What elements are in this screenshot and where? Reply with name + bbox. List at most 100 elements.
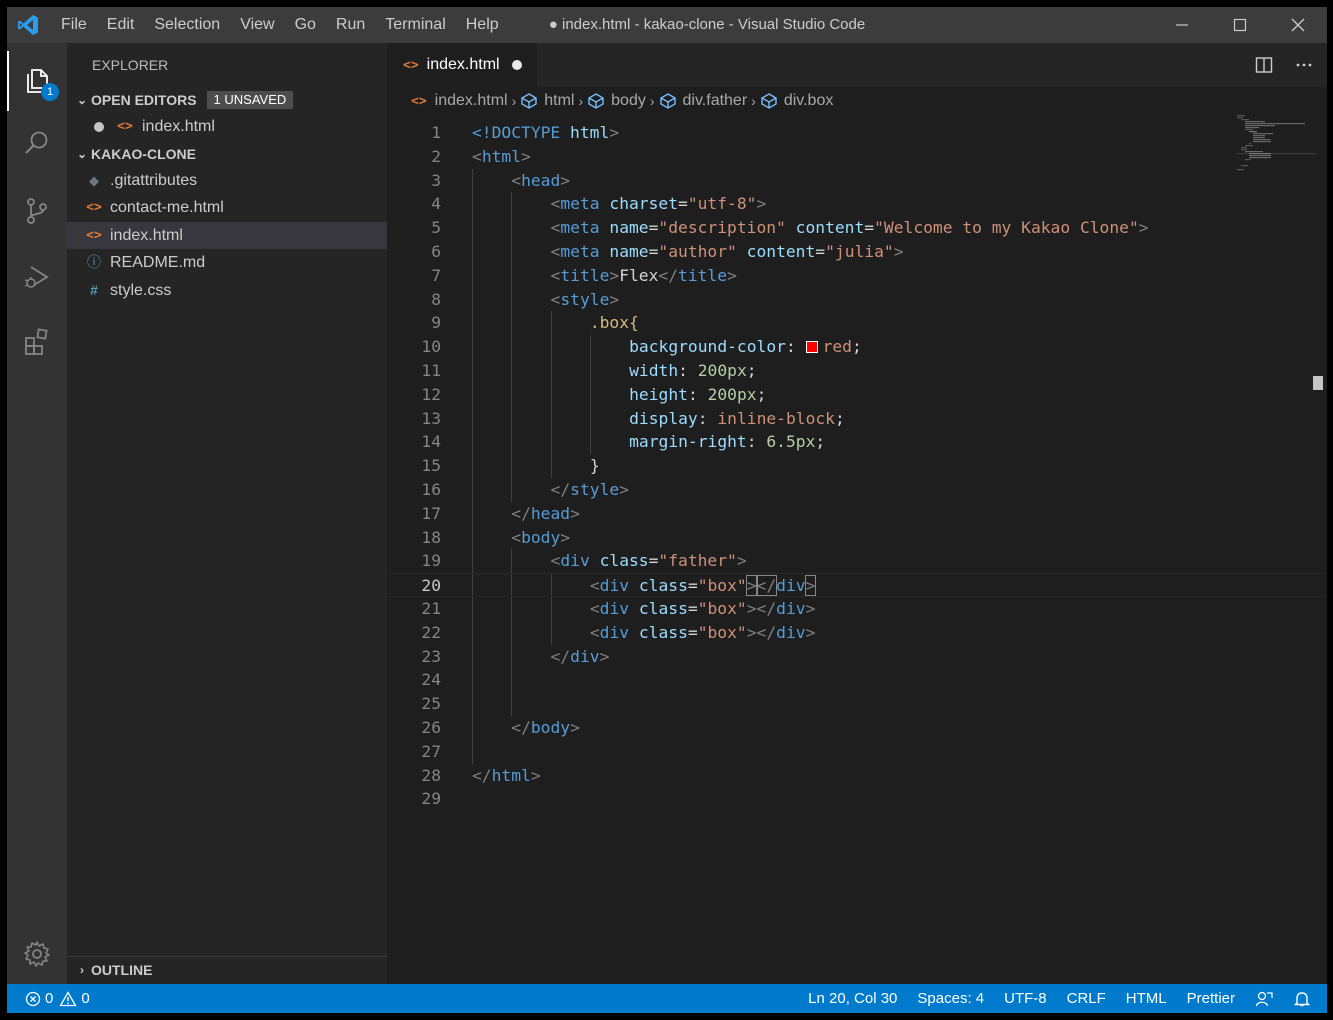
maximize-button[interactable]	[1211, 7, 1269, 43]
breadcrumb-item-file[interactable]: <> index.html ›	[411, 92, 520, 110]
code-line[interactable]: 12 height: 200px;	[387, 382, 1327, 407]
code-token: head	[521, 170, 561, 190]
vscode-logo-icon[interactable]	[15, 13, 41, 37]
code-line[interactable]: 23 </div>	[387, 644, 1327, 669]
code-line[interactable]: 26 </body>	[387, 715, 1327, 740]
feedback-icon[interactable]	[1255, 990, 1273, 1008]
problems-indicator[interactable]: 0 0	[25, 984, 90, 1013]
code-line[interactable]: 5 <meta name="description" content="Welco…	[387, 216, 1327, 240]
code-line[interactable]: 6 <meta name="author" content="julia">	[387, 239, 1327, 264]
code-token: >	[727, 265, 737, 285]
code-line[interactable]: 10 background-color: red;	[387, 335, 1327, 359]
outline-header[interactable]: › OUTLINE	[67, 957, 387, 983]
code-token: <	[589, 622, 600, 642]
breadcrumb-item-div-father[interactable]: div.father ›	[659, 92, 760, 110]
code-line[interactable]: 11 width: 200px;	[387, 358, 1327, 383]
color-swatch-icon[interactable]	[805, 341, 818, 354]
manage-activity[interactable]	[7, 924, 67, 984]
source-control-activity[interactable]	[7, 181, 67, 241]
code-token: "box"	[697, 622, 747, 642]
code-line[interactable]: 18 <body>	[387, 525, 1327, 550]
menu-help[interactable]: Help	[456, 7, 509, 43]
close-button[interactable]	[1269, 7, 1327, 43]
breadcrumb-item-body[interactable]: body ›	[587, 92, 658, 110]
code-token: class	[638, 598, 688, 618]
code-line[interactable]: 25	[387, 692, 1327, 716]
menu-edit[interactable]: Edit	[97, 7, 145, 43]
menu-go[interactable]: Go	[285, 7, 326, 43]
code-line[interactable]: 20 <div class="box"></div>	[387, 573, 1327, 597]
code-line[interactable]: 4 <meta charset="utf-8">	[387, 192, 1327, 217]
tab-index-html[interactable]: <> index.html	[387, 43, 537, 87]
code-line[interactable]: 3 <head>	[387, 168, 1327, 193]
more-actions-icon[interactable]	[1295, 56, 1313, 74]
html-file-icon: <>	[86, 227, 102, 243]
search-activity[interactable]	[7, 113, 67, 173]
cursor-position[interactable]: Ln 20, Col 30	[808, 990, 897, 1007]
split-editor-icon[interactable]	[1255, 56, 1273, 74]
code-line[interactable]: 19 <div class="father">	[387, 549, 1327, 574]
language-mode[interactable]: HTML	[1126, 990, 1167, 1007]
menu-view[interactable]: View	[230, 7, 284, 43]
file-item-gitattributes[interactable]: ◆ .gitattributes	[67, 167, 387, 195]
code-text: .box{	[472, 311, 639, 335]
file-label: README.md	[110, 254, 206, 271]
code-text: </body>	[472, 716, 580, 740]
code-token: meta	[560, 194, 600, 214]
breadcrumb-item-html[interactable]: html ›	[520, 92, 587, 110]
code-line[interactable]: 1 <!DOCTYPE html>	[387, 121, 1327, 145]
code-token: =	[864, 218, 875, 238]
code-line[interactable]: 13 display: inline-block;	[387, 406, 1327, 431]
menu-selection[interactable]: Selection	[144, 7, 230, 43]
code-token: body	[530, 717, 571, 737]
breadcrumb-item-div-box[interactable]: div.box	[760, 92, 833, 110]
menu-file[interactable]: File	[51, 7, 97, 43]
code-token: ;	[852, 337, 862, 357]
code-line[interactable]: 16 </style>	[387, 477, 1327, 502]
code-editor[interactable]: 1 <!DOCTYPE html> 2 <html> 3 <head> 4 <meta cha…	[387, 121, 1327, 811]
code-line[interactable]: 7 <title>Flex</title>	[387, 263, 1327, 288]
code-line[interactable]: 9 .box{	[387, 311, 1327, 336]
notifications-bell-icon[interactable]	[1293, 990, 1311, 1008]
file-item-style[interactable]: # style.css	[67, 277, 387, 305]
code-line[interactable]: 22 <div class="box"></div>	[387, 620, 1327, 645]
line-number: 28	[421, 765, 441, 785]
open-editors-header[interactable]: ⌄ OPEN EDITORS 1 UNSAVED	[67, 87, 387, 113]
code-line[interactable]: 15}	[387, 454, 1327, 478]
code-line[interactable]: 24	[387, 668, 1327, 693]
code-line[interactable]: 2 <html>	[387, 145, 1327, 169]
unsaved-dot-icon[interactable]	[511, 60, 522, 70]
code-line[interactable]: 8 <style>	[387, 287, 1327, 312]
menu-run[interactable]: Run	[326, 7, 375, 43]
minimap[interactable]	[1237, 115, 1317, 175]
file-item-contact-me[interactable]: <> contact-me.html	[67, 194, 387, 222]
element-cube-icon	[521, 93, 537, 109]
run-debug-activity[interactable]	[7, 247, 67, 307]
end-of-line[interactable]: CRLF	[1067, 990, 1106, 1007]
close-icon	[1291, 18, 1305, 32]
code-line[interactable]: 28 </html>	[387, 764, 1327, 788]
file-item-index[interactable]: <> index.html	[67, 221, 387, 249]
encoding[interactable]: UTF-8	[1004, 990, 1047, 1007]
code-line[interactable]: 21 <div class="box"></div>	[387, 596, 1327, 621]
folder-header[interactable]: ⌄ KAKAO-CLONE	[67, 141, 387, 167]
explorer-activity[interactable]: 1	[7, 51, 67, 111]
unsaved-dot-icon[interactable]	[94, 121, 104, 132]
menu-terminal[interactable]: Terminal	[375, 7, 455, 43]
code-line[interactable]: 17 </head>	[387, 501, 1327, 526]
scrollbar-thumb[interactable]	[1313, 376, 1323, 390]
file-item-readme[interactable]: ⓘ README.md	[67, 249, 387, 277]
code-line[interactable]: 27	[387, 739, 1327, 764]
code-token: >	[609, 123, 620, 142]
formatter[interactable]: Prettier	[1187, 990, 1235, 1007]
minimize-button[interactable]	[1153, 7, 1211, 43]
code-token: =	[687, 576, 698, 596]
indentation[interactable]: Spaces: 4	[917, 990, 984, 1007]
warning-count: 0	[81, 990, 90, 1007]
code-line[interactable]: 29	[387, 787, 1327, 811]
code-token: <	[550, 194, 561, 214]
code-line[interactable]: 14 margin-right: 6.5px;	[387, 430, 1327, 455]
line-number: 7	[431, 265, 441, 285]
extensions-activity[interactable]	[7, 311, 67, 371]
open-editor-item[interactable]: <> index.html	[67, 113, 387, 141]
